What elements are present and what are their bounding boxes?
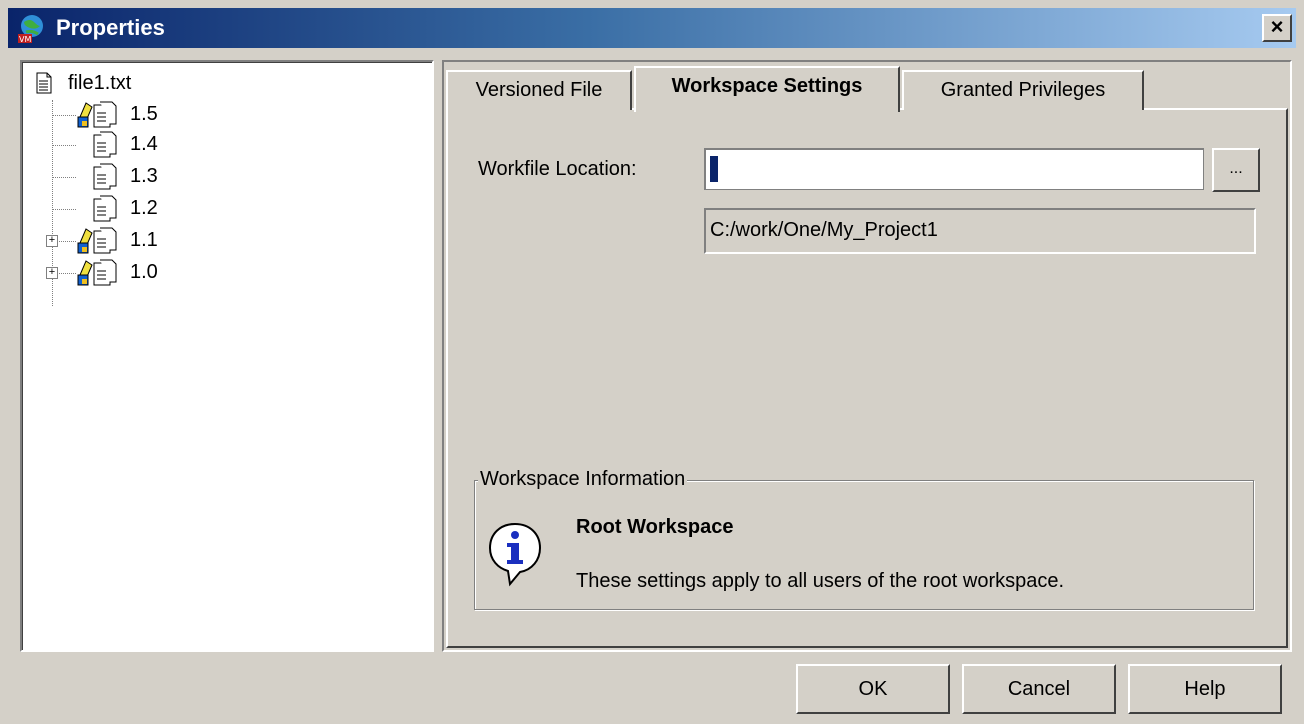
revision-icon xyxy=(93,131,117,158)
tree-item[interactable]: + 1.0 xyxy=(22,258,322,288)
tree-item[interactable]: 1.4 xyxy=(22,130,322,160)
tree-connector xyxy=(52,209,76,210)
tree-root-label: file1.txt xyxy=(68,71,132,94)
tree-item-label: 1.2 xyxy=(130,197,158,219)
tree-item-label: 1.0 xyxy=(130,261,158,283)
labeled-revision-icon xyxy=(77,227,117,254)
tree-connector xyxy=(52,177,76,178)
info-icon xyxy=(488,522,542,587)
browse-button[interactable]: ... xyxy=(1212,148,1260,192)
help-button[interactable]: Help xyxy=(1128,664,1282,714)
cancel-button[interactable]: Cancel xyxy=(962,664,1116,714)
tab-workspace-settings[interactable]: Workspace Settings xyxy=(634,66,900,112)
info-text: These settings apply to all users of the… xyxy=(576,570,1065,592)
tab-versioned-file[interactable]: Versioned File xyxy=(446,70,632,110)
revision-icon xyxy=(93,195,117,222)
expand-button[interactable]: + xyxy=(46,235,58,247)
resolved-path-field: C:/work/One/My_Project1 xyxy=(704,208,1256,254)
revision-tree[interactable]: file1.txt 1.5 1.4 1.3 1.2 + 1.1 + 1.0 xyxy=(20,60,434,652)
ok-button[interactable]: OK xyxy=(796,664,950,714)
workfile-location-input[interactable] xyxy=(704,148,1204,190)
close-icon: × xyxy=(1270,14,1284,39)
labeled-revision-icon xyxy=(77,259,117,286)
tree-connector xyxy=(52,115,76,116)
tree-item[interactable]: 1.3 xyxy=(22,162,322,192)
expand-button[interactable]: + xyxy=(46,267,58,279)
app-globe-icon: VM xyxy=(18,15,43,44)
properties-dialog: VM Properties × file1.txt 1.5 1.4 1.3 1.… xyxy=(0,0,1304,724)
workspace-information-title: Workspace Information xyxy=(478,468,688,491)
text-caret xyxy=(710,156,718,182)
tree-root-item[interactable]: file1.txt xyxy=(36,68,131,98)
tree-item[interactable]: 1.5 xyxy=(22,100,322,130)
workfile-location-label: Workfile Location: xyxy=(478,158,637,180)
tree-connector xyxy=(52,145,76,146)
tree-item[interactable]: + 1.1 xyxy=(22,226,322,256)
close-button[interactable]: × xyxy=(1262,14,1292,42)
tree-item-label: 1.4 xyxy=(130,133,158,155)
tree-item[interactable]: 1.2 xyxy=(22,194,322,224)
labeled-revision-icon xyxy=(77,101,117,128)
document-icon xyxy=(36,72,52,94)
title-bar[interactable]: VM Properties × xyxy=(8,8,1296,48)
tab-granted-privileges[interactable]: Granted Privileges xyxy=(902,70,1144,110)
info-title: Root Workspace xyxy=(576,516,734,538)
revision-icon xyxy=(93,163,117,190)
tree-item-label: 1.1 xyxy=(130,229,158,251)
window-title: Properties xyxy=(56,15,165,40)
tree-item-label: 1.5 xyxy=(130,103,158,125)
svg-text:VM: VM xyxy=(19,35,31,44)
tree-item-label: 1.3 xyxy=(130,165,158,187)
